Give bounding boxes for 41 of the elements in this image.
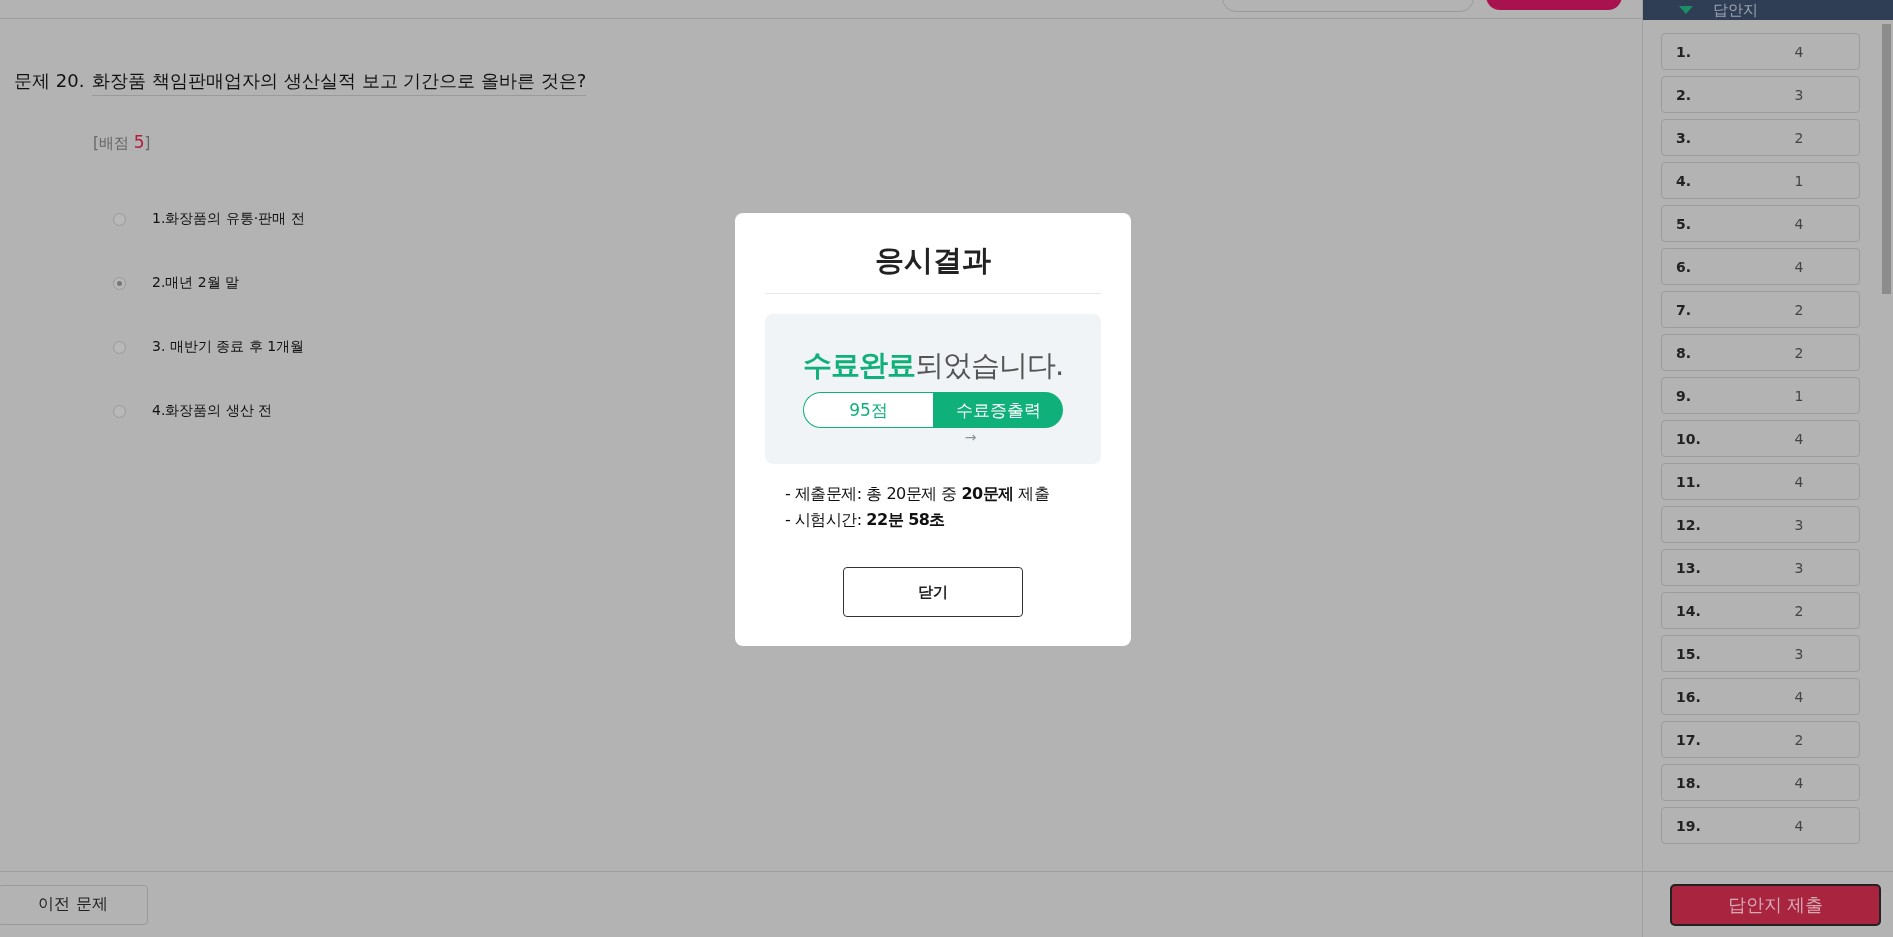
submit-button[interactable]: 답안지 제출 [1670,883,1881,926]
arrow-text: → [964,430,977,444]
answer-item[interactable]: 4. 1 [1661,162,1860,199]
answer-item[interactable]: 8. 2 [1661,334,1860,371]
answer-item[interactable]: 1. 4 [1661,33,1860,70]
option-label[interactable]: 1.화장품의 유통·판매 전 [152,210,305,228]
answer-item[interactable]: 18. 4 [1661,764,1860,801]
answer-item[interactable]: 12. 3 [1661,506,1860,543]
radio-button[interactable] [113,404,126,418]
chevron-icon [1679,6,1693,14]
answer-item[interactable]: 16. 4 [1661,678,1860,715]
answer-item[interactable]: 13. 3 [1661,549,1860,586]
answer-item[interactable]: 3. 2 [1661,119,1860,156]
question-text: 화장품 책임판매업자의 생산실적 보고 기간으로 올바른 것은? [92,69,587,96]
option-label[interactable]: 4.화장품의 생산 전 [152,402,273,420]
answer-item[interactable]: 7. 2 [1661,291,1860,328]
answer-item[interactable]: 15. 3 [1661,635,1860,672]
result-detail: - 제출문제: 총 20문제 중 20문제 제출 [785,484,1051,505]
sidebar-title: 답안지 [1713,0,1758,20]
previous-button[interactable]: 이전 문제 [0,884,148,925]
answer-item[interactable]: 19. 4 [1661,807,1860,844]
answer-item[interactable]: 2. 3 [1661,76,1860,113]
score-pill: 95점 [803,392,933,428]
dialog-title: 응시결과 [765,241,1101,294]
answer-item[interactable]: 9. 1 [1661,377,1860,414]
close-button[interactable]: 닫기 [843,567,1023,617]
radio-button[interactable] [113,276,126,290]
radio-button[interactable] [113,340,126,354]
option-label[interactable]: 2.매년 2월 말 [152,274,240,292]
completion-message: 수료완료되었습니다. [802,347,1064,384]
answer-item[interactable]: 14. 2 [1661,592,1860,629]
radio-button[interactable] [113,212,126,226]
answer-item[interactable]: 17. 2 [1661,721,1860,758]
answer-item[interactable]: 11. 4 [1661,463,1860,500]
question-number: 문제 20. [14,69,85,93]
answer-item[interactable]: 5. 4 [1661,205,1860,242]
result-detail: - 시험시간: 22분 58초 [785,510,946,531]
score-label: [배점 5] [93,132,152,153]
answer-item[interactable]: 6. 4 [1661,248,1860,285]
answer-item[interactable]: 10. 4 [1661,420,1860,457]
option-label[interactable]: 3. 매반기 종료 후 1개월 [152,338,305,356]
